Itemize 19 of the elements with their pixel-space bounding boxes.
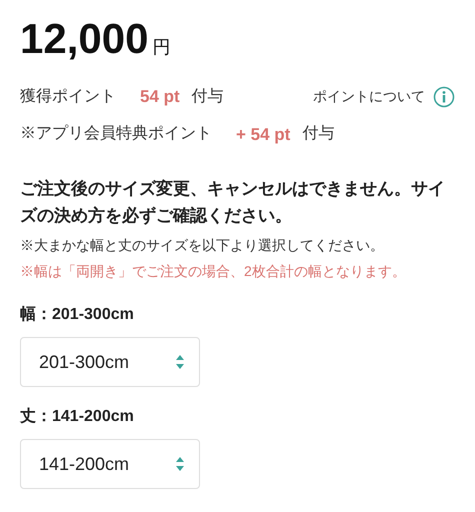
notice: ご注文後のサイズ変更、キャンセルはできません。サイズの決め方を必ずご確認ください。 xyxy=(20,178,446,227)
updown-caret-icon xyxy=(175,354,185,370)
updown-caret-icon xyxy=(175,456,185,472)
option-label: 丈：141-200cm xyxy=(20,406,135,427)
note: ※幅は「両開き」でご注文の場合、2枚合計の幅となります。 xyxy=(20,262,407,281)
points-suffix: 付与 xyxy=(192,86,224,107)
points-info-link[interactable]: ポイントについて xyxy=(313,86,425,108)
price: 12,000 xyxy=(20,18,148,60)
app-points-label: ※アプリ会員特典ポイント xyxy=(20,124,212,144)
app-points-value: + 54 pt xyxy=(236,124,290,146)
points-value: 54 pt xyxy=(140,86,180,108)
option-label: 幅：201-300cm xyxy=(20,304,135,325)
note: ※大まかな幅と丈のサイズを以下より選択してください。 xyxy=(20,236,385,255)
points-label: 獲得ポイント xyxy=(20,86,116,107)
info-icon[interactable] xyxy=(433,86,455,108)
currency: 円 xyxy=(152,38,170,56)
app-points-suffix: 付与 xyxy=(302,124,334,144)
size-select[interactable]: 141-200cm xyxy=(20,439,200,489)
size-select[interactable]: 201-300cm xyxy=(20,337,200,387)
